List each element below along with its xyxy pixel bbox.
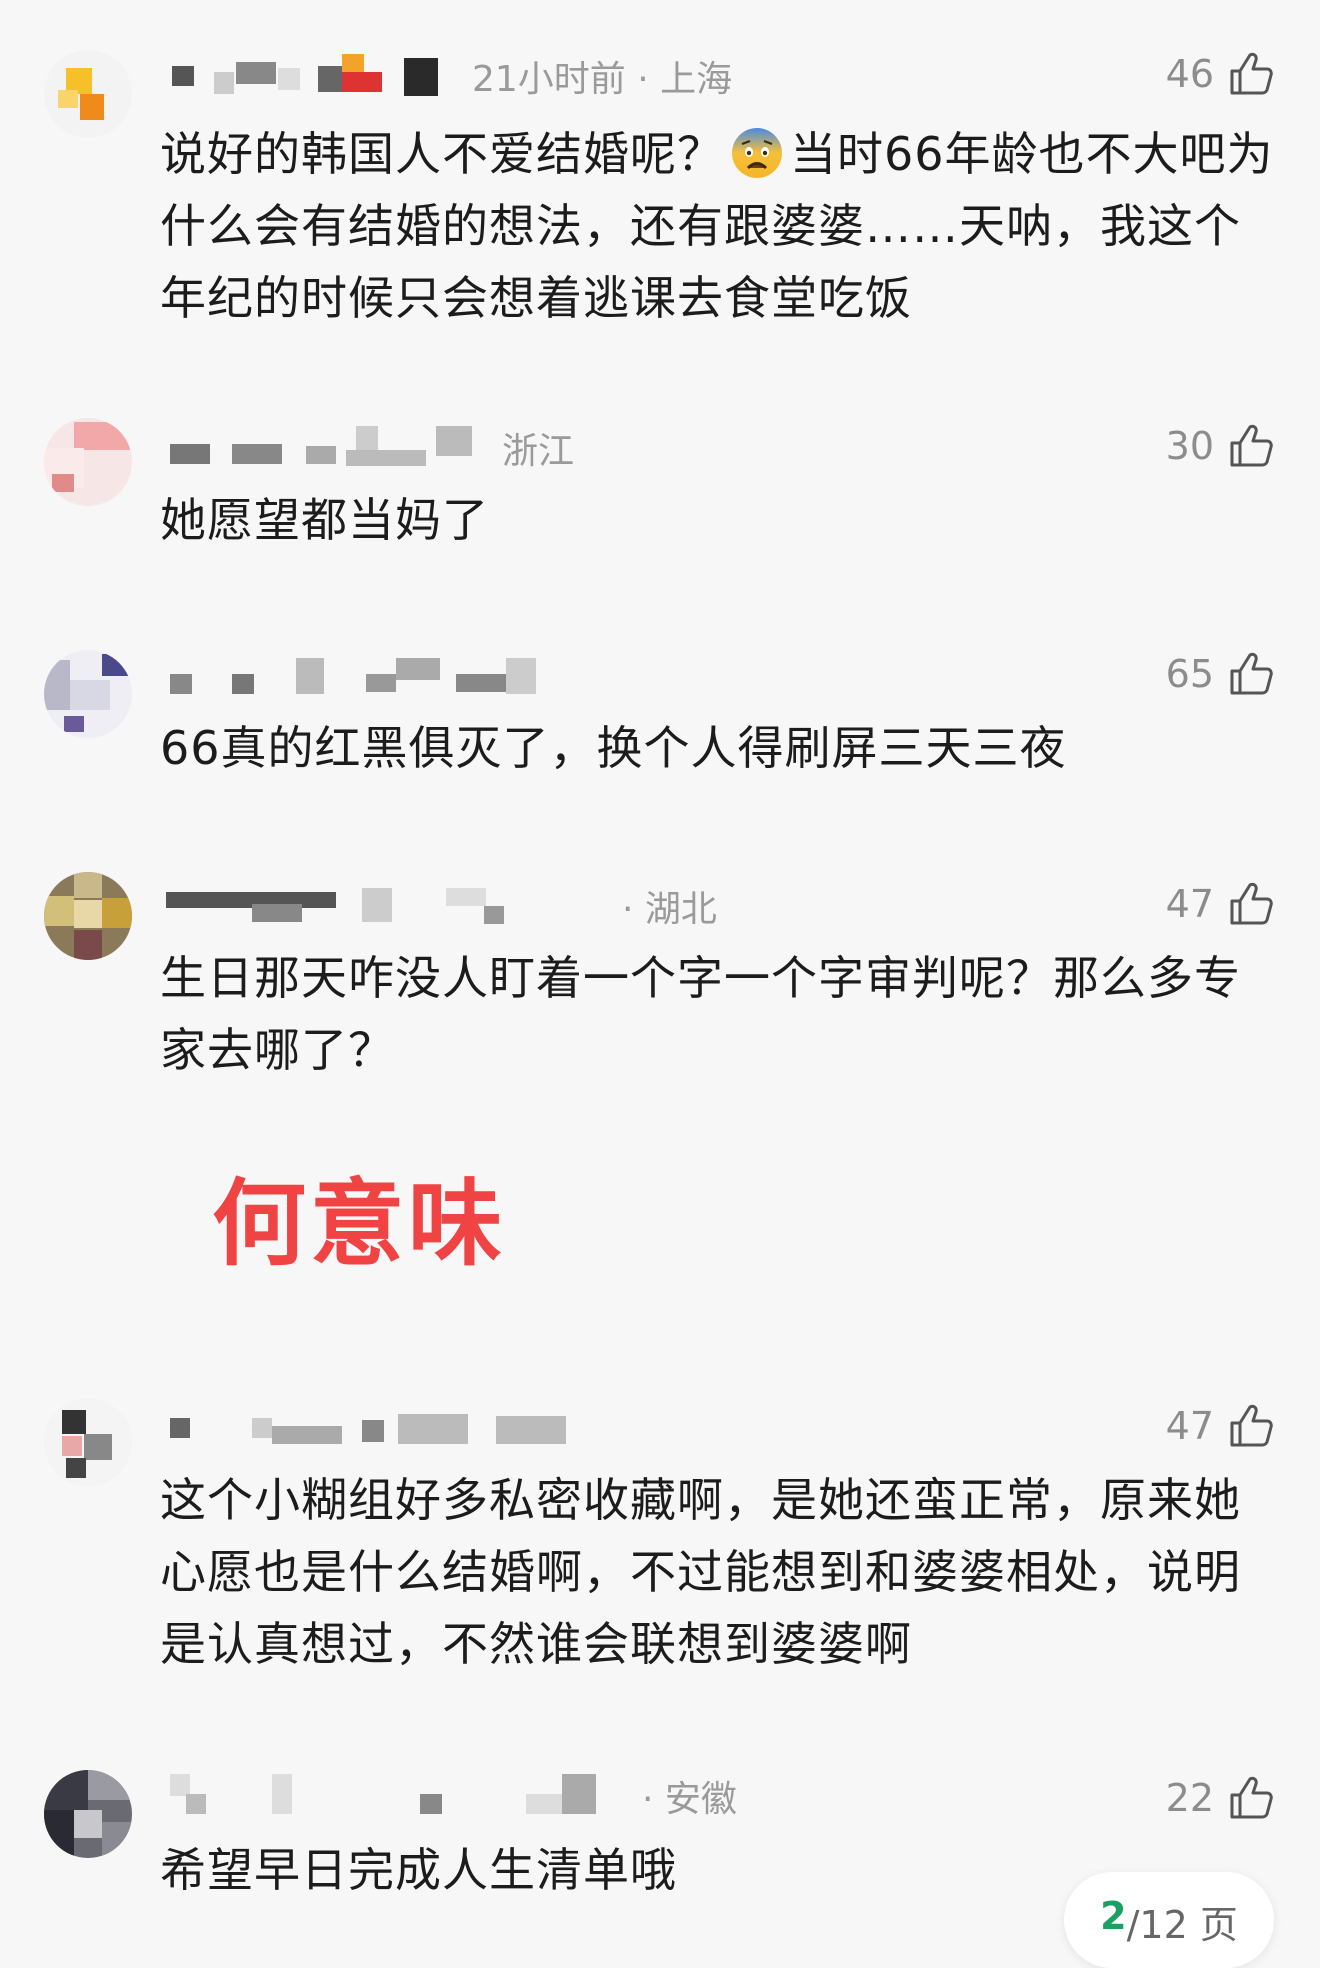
thumb-up-icon: [1230, 1404, 1273, 1447]
time-location: · 安徽: [642, 1779, 737, 1820]
total-pages: /12 页: [1126, 1903, 1238, 1947]
comment-meta: · 安徽: [166, 1774, 737, 1820]
avatar[interactable]: [44, 418, 132, 506]
time-location: 21小时前 · 上海: [472, 59, 733, 100]
like-button[interactable]: 46: [1166, 46, 1276, 102]
avatar[interactable]: [44, 1770, 132, 1858]
username-redacted[interactable]: [166, 654, 576, 698]
comment-text: 这个小糊组好多私密收藏啊，是她还蛮正常，原来她心愿也是什么结婚啊，不过能想到和婆…: [160, 1473, 1241, 1671]
time-location: 浙江: [502, 431, 575, 472]
thumb-up-icon: [1230, 1776, 1273, 1819]
like-button[interactable]: 47: [1166, 1398, 1276, 1454]
overlay-caption: 何意味: [212, 1170, 507, 1279]
like-button[interactable]: 22: [1166, 1770, 1276, 1826]
like-count: 22: [1165, 1776, 1214, 1820]
comment-meta: [166, 654, 592, 698]
username-redacted[interactable]: [166, 1406, 616, 1450]
avatar[interactable]: [44, 50, 132, 138]
like-button[interactable]: 47: [1166, 876, 1276, 932]
username-redacted[interactable]: [166, 426, 486, 470]
like-count: 65: [1165, 652, 1214, 696]
avatar[interactable]: [44, 872, 132, 960]
comment-text: 66真的红黑俱灭了，换个人得刷屏三天三夜: [160, 721, 1067, 775]
like-count: 47: [1165, 882, 1214, 926]
comment-meta: · 湖北: [166, 884, 717, 930]
avatar[interactable]: [44, 650, 132, 738]
avatar[interactable]: [44, 1398, 132, 1486]
thumb-up-icon: [1230, 52, 1273, 95]
like-count: 47: [1165, 1404, 1214, 1448]
like-count: 30: [1165, 424, 1214, 468]
time-location: · 湖北: [622, 889, 717, 930]
like-button[interactable]: 30: [1166, 418, 1276, 474]
comment-text: 她愿望都当妈了: [160, 493, 489, 547]
comment-text: 生日那天咋没人盯着一个字一个字审判呢？那么多专家去哪了？: [160, 951, 1241, 1077]
comment-meta: 21小时前 · 上海: [166, 54, 732, 100]
username-redacted[interactable]: [166, 54, 456, 98]
thumb-up-icon: [1230, 652, 1273, 695]
pagination-indicator[interactable]: 2/12 页: [1064, 1872, 1274, 1968]
like-button[interactable]: 65: [1166, 646, 1276, 702]
current-page: 2: [1100, 1894, 1127, 1938]
comment-meta: 浙江: [166, 426, 574, 472]
like-count: 46: [1165, 52, 1214, 96]
username-redacted[interactable]: [166, 884, 606, 928]
thumb-up-icon: [1230, 424, 1273, 467]
comment-text: 说好的韩国人不爱结婚呢？ 当时66年龄也不大吧为什么会有结婚的想法，还有跟婆婆……: [160, 127, 1274, 325]
thumb-up-icon: [1230, 882, 1273, 925]
fearful-face-icon: [732, 128, 782, 178]
username-redacted[interactable]: [166, 1774, 626, 1818]
comment-meta: [166, 1406, 632, 1450]
